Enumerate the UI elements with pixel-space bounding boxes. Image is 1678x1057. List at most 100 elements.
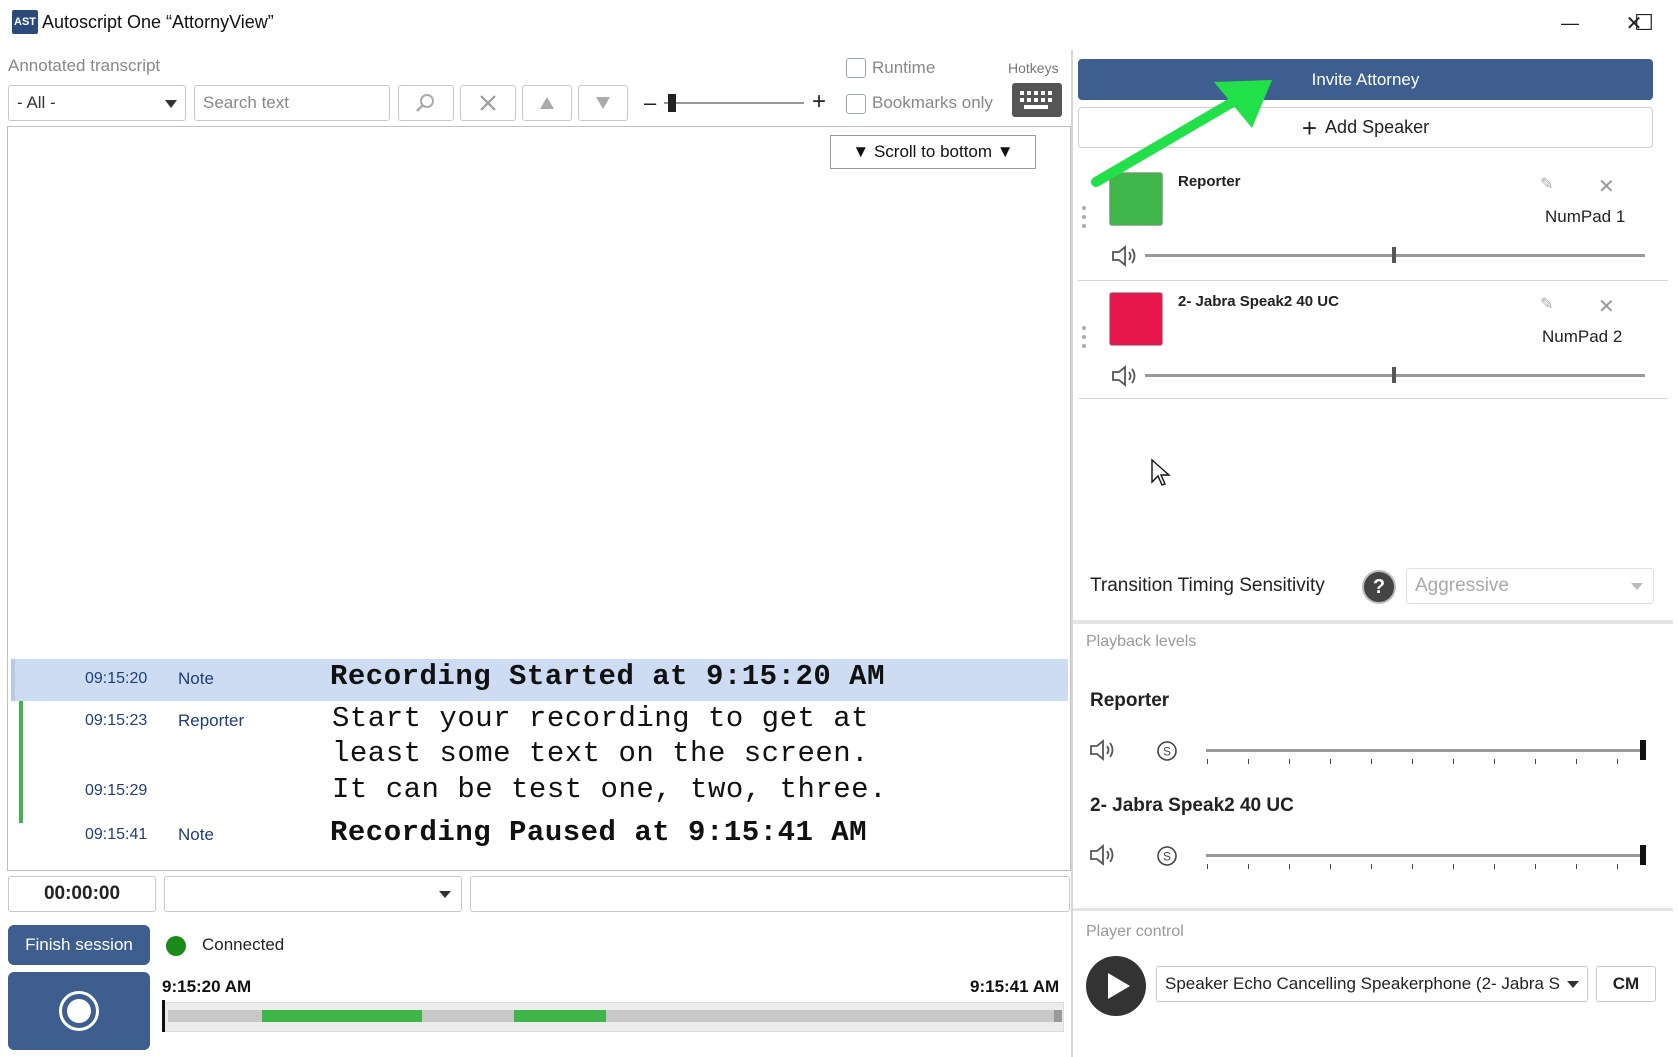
slider-tick: [1207, 759, 1208, 764]
speaker-hotkey: NumPad 2: [1542, 327, 1623, 346]
speaker-name: 2- Jabra Speak2 40 UC: [1178, 293, 1339, 310]
transition-timing-value: Aggressive: [1415, 575, 1509, 596]
slider-tick: [1248, 759, 1249, 764]
elapsed-time: 00:00:00: [8, 876, 156, 912]
solo-button[interactable]: S: [1156, 740, 1178, 762]
arrow-up-icon: [540, 97, 554, 109]
app-logo: AST: [12, 10, 38, 34]
timeline-end-time: 9:15:41 AM: [970, 977, 1060, 996]
output-device-select[interactable]: Speaker Echo Cancelling Speakerphone (2-…: [1156, 966, 1588, 1002]
keyboard-icon: [1020, 91, 1052, 109]
search-icon: [416, 94, 434, 112]
speaker-filter-select[interactable]: - All -: [8, 85, 186, 121]
speaker-volume-thumb[interactable]: [1392, 367, 1396, 383]
player-control-label: Player control: [1086, 923, 1184, 940]
solo-icon: S: [1163, 850, 1171, 864]
annotation-select[interactable]: [164, 876, 462, 912]
pencil-icon[interactable]: ✎: [1540, 294, 1553, 314]
playback-volume-icon[interactable]: [1088, 843, 1116, 867]
panel-divider: [1073, 908, 1673, 911]
row-text: least some text on the screen.: [332, 737, 870, 770]
minimize-button[interactable]: —: [1548, 8, 1592, 38]
playback-level-thumb[interactable]: [1640, 845, 1646, 865]
slider-tick: [1248, 864, 1249, 869]
help-icon[interactable]: ?: [1362, 570, 1396, 604]
slider-tick: [1289, 759, 1290, 764]
playback-level-track[interactable]: [1206, 854, 1646, 857]
connection-status-text: Connected: [202, 935, 285, 954]
zoom-in-button[interactable]: +: [812, 88, 826, 116]
slider-tick: [1330, 759, 1331, 764]
row-text: Recording Started at 9:15:20 AM: [330, 660, 885, 693]
slider-tick: [1576, 864, 1577, 869]
zoom-slider-track[interactable]: [664, 102, 804, 104]
speaker-color-swatch[interactable]: [1109, 292, 1163, 346]
slider-tick: [1535, 759, 1536, 764]
record-button[interactable]: [8, 972, 150, 1050]
divider: [1078, 398, 1668, 399]
timeline-start-time: 9:15:20 AM: [162, 977, 252, 996]
play-icon: [1108, 973, 1130, 999]
bookmarks-only-checkbox[interactable]: [846, 94, 866, 114]
zoom-out-button[interactable]: –: [644, 90, 656, 116]
timeline-playhead[interactable]: [162, 1000, 165, 1032]
clear-icon: [480, 95, 496, 111]
hotkeys-button[interactable]: [1012, 83, 1062, 117]
slider-tick: [1412, 759, 1413, 764]
speaker-volume-thumb[interactable]: [1392, 247, 1396, 263]
minimize-icon: —: [1561, 12, 1579, 33]
solo-button[interactable]: S: [1156, 845, 1178, 867]
pencil-icon[interactable]: ✎: [1540, 174, 1553, 194]
runtime-checkbox[interactable]: [846, 58, 866, 78]
slider-tick: [1453, 864, 1454, 869]
drag-handle-icon[interactable]: [1082, 326, 1087, 348]
playback-channel-name: Reporter: [1090, 690, 1170, 711]
close-icon[interactable]: ✕: [1598, 174, 1615, 199]
search-button[interactable]: [398, 85, 454, 121]
runtime-label: Runtime: [872, 58, 936, 77]
row-time: 09:15:23: [85, 712, 148, 729]
arrow-down-icon: [596, 97, 610, 109]
annotation-input[interactable]: [470, 876, 1070, 912]
slider-tick: [1494, 864, 1495, 869]
speaker-volume-icon[interactable]: [1110, 244, 1138, 268]
cm-button[interactable]: CM: [1596, 966, 1656, 1002]
drag-handle-icon[interactable]: [1082, 206, 1087, 228]
row-speaker: Note: [178, 669, 214, 688]
finish-session-button[interactable]: Finish session: [8, 925, 150, 965]
slider-tick: [1576, 759, 1577, 764]
search-input[interactable]: [194, 85, 390, 121]
close-icon: ✕: [1625, 12, 1643, 35]
chevron-down-icon: [1631, 583, 1643, 590]
playback-level-thumb[interactable]: [1640, 740, 1646, 760]
slider-tick: [1617, 759, 1618, 764]
add-speaker-label: Add Speaker: [1325, 117, 1430, 137]
output-device-value: Speaker Echo Cancelling Speakerphone (2-…: [1165, 974, 1561, 993]
scroll-to-bottom-button[interactable]: ▼ Scroll to bottom ▼: [830, 135, 1036, 169]
panel-divider: [1073, 620, 1673, 624]
row-time: 09:15:20: [85, 670, 148, 687]
playback-volume-icon[interactable]: [1088, 738, 1116, 762]
clear-search-button[interactable]: [460, 85, 516, 121]
slider-tick: [1289, 864, 1290, 869]
playback-level-track[interactable]: [1206, 749, 1646, 752]
timeline-segment: [262, 1010, 422, 1022]
speaker-color-bar: [19, 701, 23, 823]
transition-timing-label: Transition Timing Sensitivity: [1090, 575, 1325, 596]
close-button[interactable]: ✕: [1612, 8, 1656, 38]
transition-timing-select[interactable]: Aggressive: [1406, 568, 1654, 604]
speaker-volume-icon[interactable]: [1110, 364, 1138, 388]
chevron-down-icon: [439, 891, 451, 898]
zoom-slider-thumb[interactable]: [668, 94, 676, 112]
close-icon[interactable]: ✕: [1598, 294, 1615, 319]
previous-match-button[interactable]: [522, 85, 572, 121]
play-button[interactable]: [1086, 956, 1146, 1016]
slider-tick: [1494, 759, 1495, 764]
window-title: Autoscript One “AttornyView”: [42, 12, 274, 32]
row-text: Start your recording to get at: [332, 702, 870, 735]
next-match-button[interactable]: [578, 85, 628, 121]
speaker-hotkey: NumPad 1: [1545, 207, 1626, 226]
row-marker: [11, 659, 15, 701]
playback-channel-name: 2- Jabra Speak2 40 UC: [1090, 795, 1294, 816]
playback-levels-label: Playback levels: [1086, 633, 1197, 650]
